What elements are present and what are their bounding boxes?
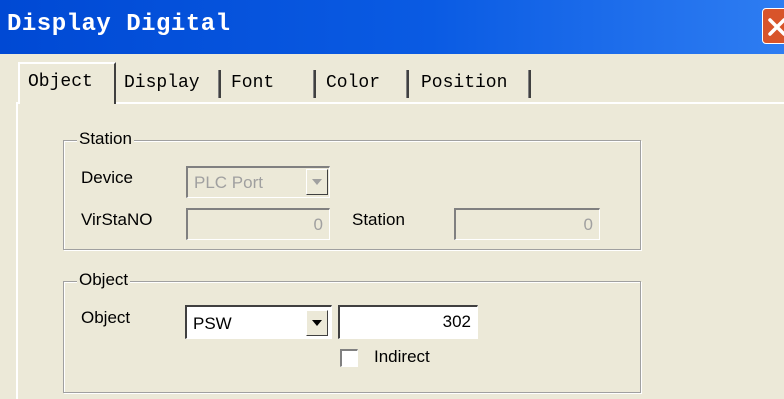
tab-separator (218, 70, 221, 98)
station-field[interactable]: 0 (454, 208, 600, 240)
tab-panel-border (16, 102, 784, 104)
station-value: 0 (583, 215, 593, 234)
tab-separator (406, 70, 409, 98)
tab-font[interactable]: Font (223, 68, 316, 102)
tab-color[interactable]: Color (318, 68, 409, 102)
station-label: Station (352, 210, 405, 229)
tab-position[interactable]: Position (411, 68, 531, 102)
object-type-value: PSW (193, 314, 232, 333)
object-label: Object (81, 308, 131, 327)
chevron-down-icon (312, 179, 322, 185)
station-group-legend: Station (77, 129, 134, 149)
tab-display[interactable]: Display (118, 68, 221, 102)
title-bar[interactable]: Display Digital (0, 0, 784, 54)
tab-separator (528, 70, 531, 98)
tab-panel-border-left (16, 102, 18, 399)
virstano-label: VirStaNO (81, 210, 153, 229)
object-group-legend: Object (77, 270, 131, 290)
close-button[interactable] (762, 8, 784, 44)
tab-object[interactable]: Object (18, 62, 116, 104)
virstano-field[interactable]: 0 (186, 208, 330, 240)
tab-position-label: Position (421, 73, 508, 93)
close-icon (768, 18, 784, 36)
chevron-down-icon (312, 320, 322, 326)
object-address-value: 302 (442, 312, 471, 331)
object-address-input[interactable]: 302 (338, 305, 478, 339)
tab-separator (313, 70, 316, 98)
tab-color-label: Color (326, 73, 381, 93)
tab-font-label: Font (231, 73, 275, 93)
indirect-label: Indirect (374, 347, 430, 366)
tab-object-label: Object (28, 72, 93, 92)
device-label: Device (81, 168, 133, 187)
device-select[interactable]: PLC Port (186, 166, 330, 198)
object-type-select[interactable]: PSW (185, 305, 332, 339)
virstano-value: 0 (313, 215, 323, 234)
tab-display-label: Display (124, 73, 200, 93)
device-dropdown-button[interactable] (306, 169, 328, 195)
device-select-value: PLC Port (194, 173, 263, 192)
window-title: Display Digital (7, 11, 231, 38)
indirect-checkbox[interactable] (340, 349, 358, 367)
object-type-dropdown-button[interactable] (306, 310, 328, 336)
